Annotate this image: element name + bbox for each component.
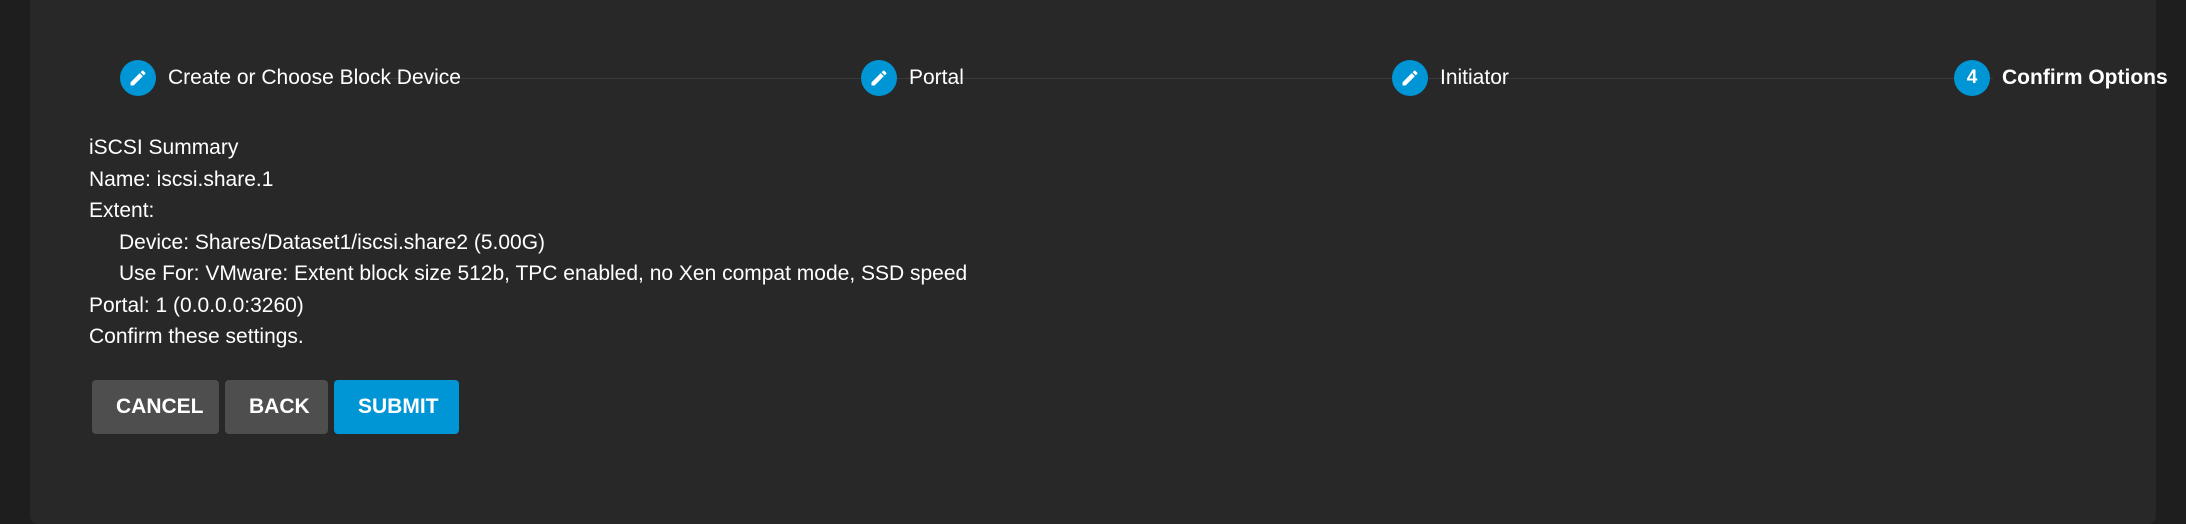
step-create-block-device[interactable]: Create or Choose Block Device: [120, 58, 461, 98]
wizard-actions: Cancel Back Submit: [92, 380, 465, 434]
iscsi-summary: iSCSI Summary Name: iscsi.share.1 Extent…: [89, 132, 967, 353]
wizard-card: Create or Choose Block Device Portal Ini…: [30, 0, 2168, 524]
step-label: Portal: [909, 66, 964, 89]
summary-heading: iSCSI Summary: [89, 136, 239, 159]
pencil-icon: [120, 60, 156, 96]
step-label: Initiator: [1440, 66, 1509, 89]
cancel-button[interactable]: Cancel: [92, 380, 219, 434]
step-portal[interactable]: Portal: [861, 58, 964, 98]
summary-name: Name: iscsi.share.1: [89, 167, 274, 191]
step-label: Confirm Options: [2002, 66, 2168, 89]
pencil-icon: [861, 60, 897, 96]
step-connector: [1143, 78, 1993, 79]
step-confirm-options[interactable]: 4 Confirm Options: [1954, 58, 2168, 98]
summary-confirm: Confirm these settings.: [89, 325, 304, 348]
step-number-badge: 4: [1954, 60, 1990, 96]
back-button[interactable]: Back: [225, 380, 328, 434]
summary-portal: Portal: 1 (0.0.0.0:3260): [89, 293, 304, 317]
summary-use-for: Use For: VMware: Extent block size 512b,…: [119, 262, 968, 285]
submit-button[interactable]: Submit: [334, 380, 459, 434]
wizard-stepper: Create or Choose Block Device Portal Ini…: [88, 58, 2168, 98]
summary-extent-label: Extent:: [89, 199, 155, 222]
step-initiator[interactable]: Initiator: [1392, 58, 1509, 98]
step-label: Create or Choose Block Device: [168, 66, 461, 89]
summary-device: Device: Shares/Dataset1/iscsi.share2 (5.…: [119, 230, 546, 254]
pencil-icon: [1392, 60, 1428, 96]
